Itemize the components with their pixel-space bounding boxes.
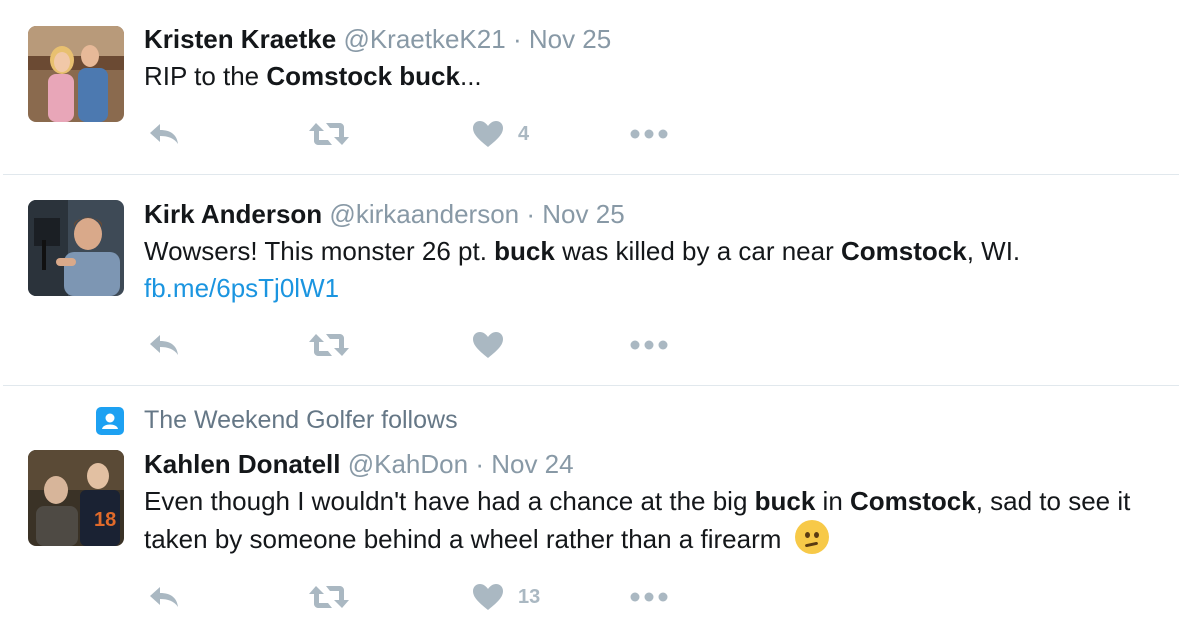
reply-button[interactable]: [148, 114, 180, 154]
avatar-kristen[interactable]: [28, 26, 124, 122]
meta-separator: ·: [526, 199, 536, 229]
tweet-date[interactable]: Nov 24: [491, 449, 573, 479]
author-name[interactable]: Kahlen Donatell: [144, 449, 340, 479]
reply-icon: [150, 335, 178, 355]
like-count: 4: [518, 122, 530, 145]
text-segment: in: [815, 486, 851, 516]
highlighted-term: Comstock: [841, 236, 967, 266]
more-icon: [630, 340, 668, 350]
retweet-icon: [309, 334, 349, 356]
tweet-actions: 4: [144, 114, 704, 154]
avatar-kirk[interactable]: [28, 200, 124, 296]
meta-separator: ·: [475, 449, 484, 479]
highlighted-term: buck: [494, 236, 555, 266]
heart-icon: [473, 584, 503, 610]
like-button[interactable]: 4: [472, 114, 529, 154]
author-handle[interactable]: @KraetkeK21: [343, 24, 505, 54]
reply-icon: [150, 587, 178, 607]
text-segment: was killed by a car near: [554, 236, 841, 266]
more-icon: [630, 592, 668, 602]
text-segment: ...: [459, 61, 482, 91]
highlighted-term: Comstock buck: [266, 61, 460, 91]
tweet-date[interactable]: Nov 25: [529, 24, 611, 54]
retweet-icon: [309, 123, 349, 145]
tweet-actions: 13: [144, 577, 704, 617]
tweet-header: Kahlen Donatell @KahDon · Nov 24: [144, 449, 574, 479]
tweet-date[interactable]: Nov 25: [542, 199, 624, 229]
confused-face-emoji: [794, 520, 829, 554]
tweet-text: RIP to the Comstock buck...: [144, 58, 1164, 95]
retweet-button[interactable]: [308, 114, 350, 154]
tweet-1[interactable]: Kristen Kraetke @KraetkeK21 · Nov 25 RIP…: [3, 0, 1179, 174]
more-icon: [630, 129, 668, 139]
reply-icon: [150, 124, 178, 144]
author-handle[interactable]: @KahDon: [348, 449, 468, 479]
tweet-2[interactable]: Kirk Anderson @kirkaanderson · Nov 25 Wo…: [3, 174, 1179, 385]
tweet-header: Kirk Anderson @kirkaanderson · Nov 25: [144, 199, 625, 229]
more-button[interactable]: [630, 114, 668, 154]
tweet-header: Kristen Kraetke @KraetkeK21 · Nov 25: [144, 24, 611, 54]
follow-context[interactable]: The Weekend Golfer follows: [144, 406, 458, 435]
author-name[interactable]: Kristen Kraetke: [144, 24, 336, 54]
tweet-3[interactable]: The Weekend Golfer follows 18 Kahlen Don…: [3, 385, 1179, 638]
retweet-button[interactable]: [308, 577, 350, 617]
author-name[interactable]: Kirk Anderson: [144, 199, 322, 229]
heart-icon: [473, 332, 503, 358]
like-button[interactable]: 13: [472, 577, 540, 617]
avatar-kahlen[interactable]: 18: [28, 450, 124, 546]
svg-text:18: 18: [94, 509, 116, 531]
more-button[interactable]: [630, 325, 668, 365]
tweet-link[interactable]: fb.me/6psTj0lW1: [144, 270, 1164, 307]
text-segment: Wowsers! This monster 26 pt.: [144, 236, 495, 266]
retweet-icon: [309, 586, 349, 608]
tweet-text: Wowsers! This monster 26 pt. buck was ki…: [144, 233, 1164, 270]
like-button[interactable]: [472, 325, 504, 365]
tweet-text: Even though I wouldn't have had a chance…: [144, 483, 1164, 558]
reply-button[interactable]: [148, 577, 180, 617]
text-segment: RIP to the: [144, 61, 267, 91]
like-count: 13: [518, 585, 541, 608]
meta-separator: ·: [512, 24, 522, 54]
more-button[interactable]: [630, 577, 668, 617]
retweet-button[interactable]: [308, 325, 350, 365]
text-segment: Even though I wouldn't have had a chance…: [144, 486, 755, 516]
highlighted-term: Comstock: [850, 486, 976, 516]
text-segment: , WI.: [966, 236, 1021, 266]
highlighted-term: buck: [754, 486, 816, 516]
reply-button[interactable]: [148, 325, 180, 365]
author-handle[interactable]: @kirkaanderson: [329, 199, 519, 229]
heart-icon: [473, 121, 503, 147]
tweet-actions: [144, 325, 704, 365]
follow-context-icon: [96, 407, 124, 435]
